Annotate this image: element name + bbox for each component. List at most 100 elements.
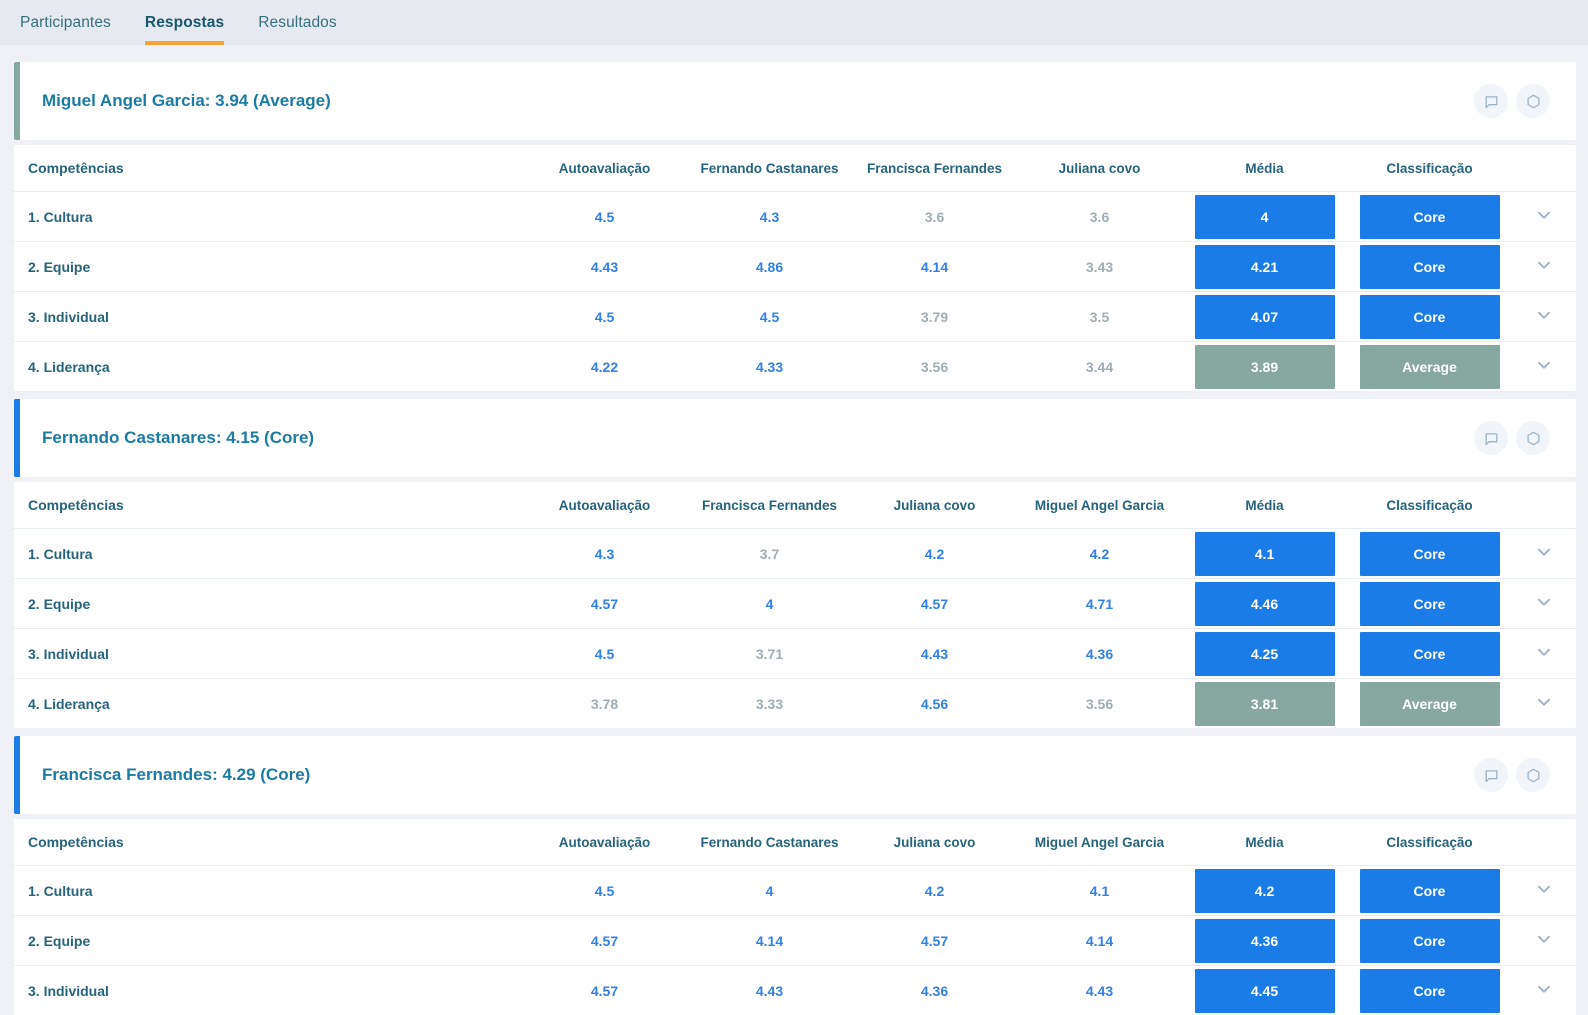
chevron-down-icon [1533, 878, 1555, 903]
score-cell: 4.57 [590, 595, 619, 612]
score-cell: 3.7 [759, 545, 780, 562]
competency-label: 3. Individual [28, 982, 109, 999]
tab-bar: Participantes Respostas Resultados [0, 0, 1588, 45]
table-row: 2. Equipe 4.57 4.14 4.57 4.14 4.36 Core [14, 915, 1576, 965]
chevron-down-icon [1533, 541, 1555, 566]
score-cell: 4.14 [755, 932, 784, 949]
expand-row-button[interactable] [1529, 202, 1559, 232]
score-cell: 4.5 [594, 882, 615, 899]
expand-row-button[interactable] [1529, 926, 1559, 956]
media-cell: 4.07 [1182, 294, 1347, 339]
table-row: 4. Liderança 3.78 3.33 4.56 3.56 3.81 Average [14, 678, 1576, 728]
score-cell: 4.2 [924, 545, 945, 562]
table-header-row: Competências Autoavaliação Fernando Castan… [14, 145, 1576, 191]
competency-label: 1. Cultura [28, 882, 93, 899]
comment-button[interactable] [1474, 84, 1508, 118]
score-cell: 4.2 [924, 882, 945, 899]
section-actions [1474, 758, 1576, 792]
hexagon-button[interactable] [1516, 758, 1550, 792]
chevron-down-icon [1533, 691, 1555, 716]
expand-row-button[interactable] [1529, 976, 1559, 1006]
column-header-evaluator: Autoavaliação [558, 160, 651, 176]
comment-icon [1483, 767, 1500, 784]
classification-badge: Core [1359, 294, 1500, 339]
expand-cell [1512, 302, 1576, 332]
media-cell: 3.89 [1182, 344, 1347, 389]
competency-label: 2. Equipe [28, 595, 91, 612]
score-cell: 4.14 [1085, 932, 1114, 949]
media-badge: 4.07 [1194, 294, 1335, 339]
tab-participantes[interactable]: Participantes [20, 0, 111, 45]
expand-row-button[interactable] [1529, 539, 1559, 569]
section-title: Francisca Fernandes: 4.29 (Core) [42, 765, 311, 784]
table-row: 3. Individual 4.5 3.71 4.43 4.36 4.25 Core [14, 628, 1576, 678]
classification-cell: Core [1347, 244, 1512, 289]
table-header-row: Competências Autoavaliação Fernando Castan… [14, 819, 1576, 865]
expand-cell [1512, 976, 1576, 1006]
competency-label: 2. Equipe [28, 932, 91, 949]
section-actions [1474, 84, 1576, 118]
expand-row-button[interactable] [1529, 639, 1559, 669]
expand-row-button[interactable] [1529, 252, 1559, 282]
hexagon-icon [1525, 767, 1542, 784]
comment-icon [1483, 430, 1500, 447]
column-header-evaluator: Francisca Fernandes [866, 160, 1003, 176]
chevron-down-icon [1533, 641, 1555, 666]
comment-button[interactable] [1474, 758, 1508, 792]
chevron-down-icon [1533, 254, 1555, 279]
score-cell: 4.33 [755, 358, 784, 375]
column-header-evaluator: Francisca Fernandes [701, 497, 838, 513]
score-cell: 4.22 [590, 358, 619, 375]
score-cell: 3.78 [590, 695, 619, 712]
classification-cell: Core [1347, 294, 1512, 339]
score-cell: 4.36 [920, 982, 949, 999]
classification-cell: Core [1347, 194, 1512, 239]
classification-cell: Average [1347, 681, 1512, 726]
media-badge: 4 [1194, 194, 1335, 239]
media-cell: 3.81 [1182, 681, 1347, 726]
score-cell: 4.5 [594, 645, 615, 662]
score-cell: 3.43 [1085, 258, 1114, 275]
classification-badge: Core [1359, 918, 1500, 963]
expand-row-button[interactable] [1529, 589, 1559, 619]
classification-cell: Core [1347, 531, 1512, 576]
expand-row-button[interactable] [1529, 352, 1559, 382]
column-header-evaluator: Juliana covo [893, 497, 976, 513]
score-cell: 4 [765, 595, 774, 612]
column-header-competencias: Competências [28, 834, 124, 850]
chevron-down-icon [1533, 354, 1555, 379]
tab-resultados[interactable]: Resultados [258, 0, 337, 45]
column-header-media: Média [1245, 160, 1284, 176]
media-cell: 4.2 [1182, 868, 1347, 913]
score-cell: 3.6 [1089, 208, 1110, 225]
expand-row-button[interactable] [1529, 689, 1559, 719]
expand-row-button[interactable] [1529, 876, 1559, 906]
score-cell: 3.44 [1085, 358, 1114, 375]
media-cell: 4.45 [1182, 968, 1347, 1013]
hexagon-button[interactable] [1516, 421, 1550, 455]
score-cell: 3.71 [755, 645, 784, 662]
section-title: Miguel Angel Garcia: 3.94 (Average) [42, 91, 331, 110]
classification-cell: Core [1347, 868, 1512, 913]
main: Miguel Angel Garcia: 3.94 (Average) Compe… [0, 45, 1588, 1015]
score-cell: 4.43 [755, 982, 784, 999]
table-row: 4. Liderança 4.22 4.33 3.56 3.44 3.89 Average [14, 341, 1576, 391]
table-row: 2. Equipe 4.43 4.86 4.14 3.43 4.21 Core [14, 241, 1576, 291]
comment-button[interactable] [1474, 421, 1508, 455]
section-header-card: Francisca Fernandes: 4.29 (Core) [14, 736, 1576, 814]
expand-cell [1512, 639, 1576, 669]
chevron-down-icon [1533, 204, 1555, 229]
hexagon-button[interactable] [1516, 84, 1550, 118]
tab-respostas[interactable]: Respostas [145, 0, 224, 45]
score-cell: 4.2 [1089, 545, 1110, 562]
score-cell: 4.3 [594, 545, 615, 562]
competency-label: 3. Individual [28, 645, 109, 662]
chevron-down-icon [1533, 928, 1555, 953]
score-cell: 4.43 [590, 258, 619, 275]
competency-label: 1. Cultura [28, 208, 93, 225]
expand-cell [1512, 926, 1576, 956]
column-header-evaluator: Juliana covo [1058, 160, 1141, 176]
media-cell: 4.1 [1182, 531, 1347, 576]
expand-row-button[interactable] [1529, 302, 1559, 332]
score-cell: 4.86 [755, 258, 784, 275]
